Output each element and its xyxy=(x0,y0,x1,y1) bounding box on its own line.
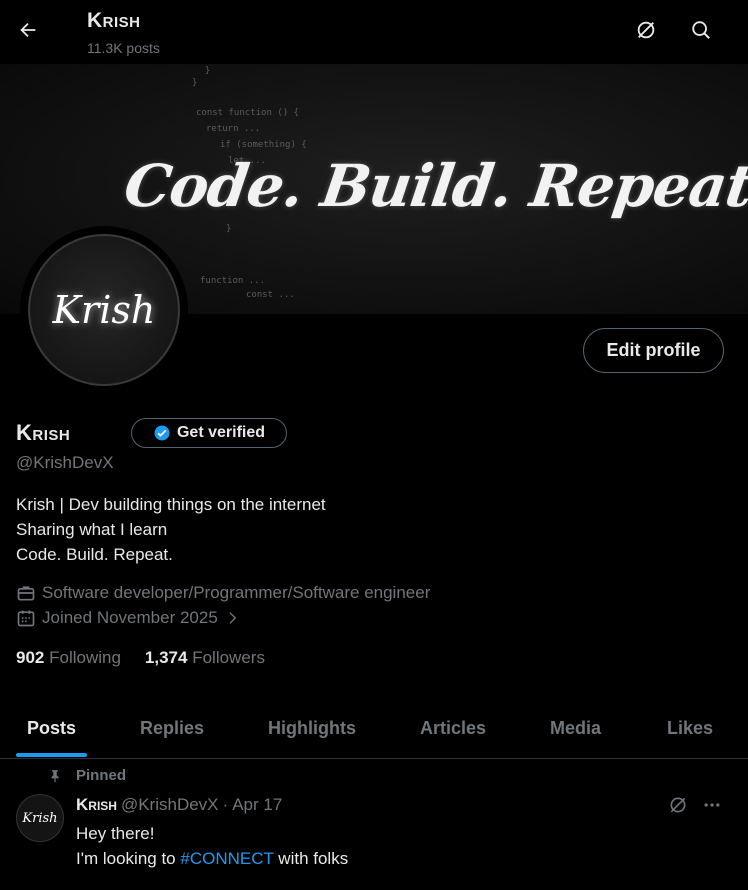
post-text-suffix: with folks xyxy=(273,849,349,868)
pinned-label: Pinned xyxy=(76,767,127,784)
get-verified-button[interactable]: Get verified xyxy=(131,418,287,448)
banner-code-line: } xyxy=(226,224,232,234)
followers-link[interactable]: 1,374 Followers xyxy=(145,648,265,668)
search-button[interactable] xyxy=(684,13,718,47)
banner-code-line: const function () { xyxy=(196,108,299,118)
active-tab-indicator xyxy=(16,753,87,757)
profile-bio: Krish | Dev building things on the inter… xyxy=(16,492,326,567)
verified-badge-icon xyxy=(154,425,170,441)
post-author-handle[interactable]: @KrishDevX xyxy=(121,795,219,815)
tab-posts[interactable]: Posts xyxy=(27,700,76,757)
tab-articles[interactable]: Articles xyxy=(420,700,486,757)
post-avatar-text: Krish xyxy=(22,810,58,826)
followers-count: 1,374 xyxy=(144,648,188,667)
post-text-prefix: I'm looking to xyxy=(76,849,181,868)
profile-profession: Software developer/Programmer/Software e… xyxy=(16,583,430,603)
briefcase-icon xyxy=(17,586,35,601)
back-button[interactable] xyxy=(10,12,46,48)
post-avatar[interactable]: Krish xyxy=(16,794,64,842)
post-more-button[interactable] xyxy=(695,788,729,822)
header-profile-name: Krish xyxy=(87,9,141,32)
bio-line: Code. Build. Repeat. xyxy=(16,545,173,564)
banner-code-line: return ... xyxy=(206,124,261,134)
avatar-image: Krish xyxy=(28,234,180,386)
profile-joined[interactable]: Joined November 2025 xyxy=(16,608,240,628)
grok-button[interactable] xyxy=(629,13,663,47)
post-grok-button[interactable] xyxy=(661,788,695,822)
profile-avatar[interactable]: Krish xyxy=(20,226,188,394)
post-date[interactable]: Apr 17 xyxy=(232,795,282,815)
profile-stats: 902 Following 1,374 Followers xyxy=(16,648,265,668)
header-posts-count: 11.3K posts xyxy=(87,40,160,56)
tab-highlights[interactable]: Highlights xyxy=(268,700,356,757)
more-icon xyxy=(704,803,720,807)
grok-icon xyxy=(670,797,686,813)
profile-tabs: Posts Replies Highlights Articles Media … xyxy=(0,700,748,759)
banner-tagline: Code. Build. Repeat. xyxy=(120,152,748,220)
post-text: Hey there! I'm looking to #CONNECT with … xyxy=(76,821,348,871)
post-line: I'm looking to #CONNECT with folks xyxy=(76,846,348,871)
post-header: Krish @KrishDevX · Apr 17 xyxy=(76,795,282,815)
pin-icon xyxy=(51,769,59,782)
following-link[interactable]: 902 Following xyxy=(16,648,121,668)
back-arrow-icon xyxy=(20,22,36,38)
profile-handle: @KrishDevX xyxy=(16,453,114,472)
post-separator: · xyxy=(222,795,229,814)
joined-text: Joined November 2025 xyxy=(42,608,218,627)
banner-code-line: function ... xyxy=(200,276,266,286)
get-verified-label: Get verified xyxy=(176,424,266,441)
post-author-name[interactable]: Krish xyxy=(76,795,117,815)
banner-code-line: const ... xyxy=(246,290,295,300)
profession-text: Software developer/Programmer/Software e… xyxy=(42,583,431,602)
avatar-logo-text: Krish xyxy=(52,288,156,332)
banner-code-line: } xyxy=(192,78,198,88)
following-count: 902 xyxy=(16,648,45,667)
profile-name: Krish xyxy=(16,420,71,445)
followers-label: Followers xyxy=(192,648,265,667)
chevron-right-icon xyxy=(229,612,237,624)
banner-code-line: if (something) { xyxy=(220,140,307,150)
tab-replies[interactable]: Replies xyxy=(140,700,204,757)
grok-icon xyxy=(637,21,655,39)
edit-profile-button[interactable]: Edit profile xyxy=(583,328,724,373)
post-line: Hey there! xyxy=(76,824,155,843)
bio-line: Krish | Dev building things on the inter… xyxy=(16,495,326,514)
hashtag-link[interactable]: #CONNECT xyxy=(180,849,273,868)
banner-code-line: } xyxy=(205,66,211,76)
following-label: Following xyxy=(49,648,121,667)
calendar-icon xyxy=(17,610,35,627)
bio-line: Sharing what I learn xyxy=(16,520,168,539)
tab-likes[interactable]: Likes xyxy=(667,700,713,757)
pinned-indicator: Pinned xyxy=(48,767,126,784)
search-icon xyxy=(692,21,710,39)
tab-media[interactable]: Media xyxy=(550,700,601,757)
